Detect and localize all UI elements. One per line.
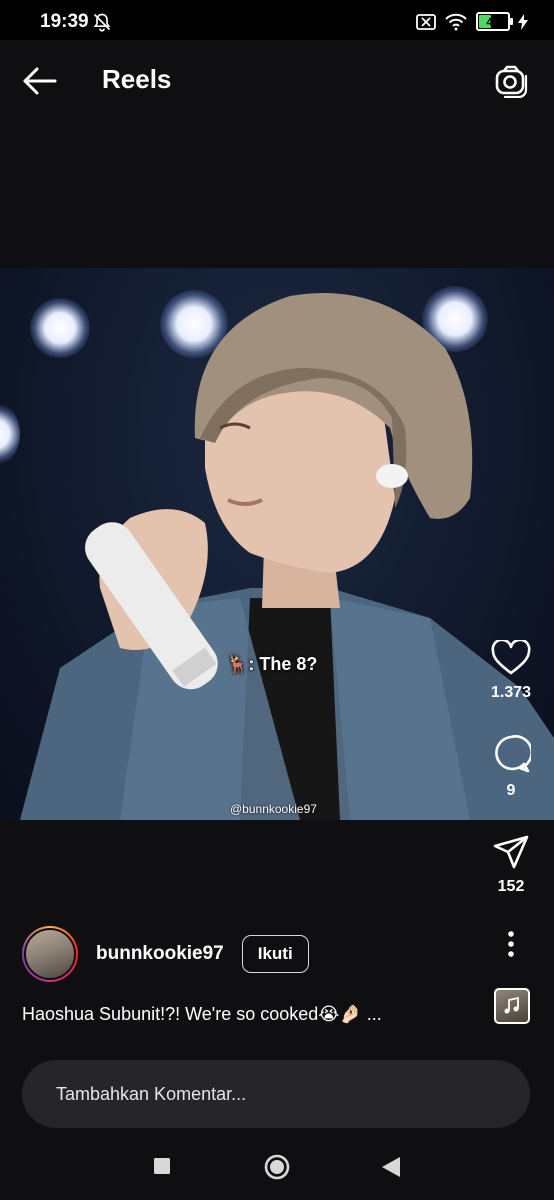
music-button[interactable] bbox=[494, 988, 530, 1024]
battery-icon: 47 bbox=[476, 12, 513, 31]
page-title: Reels bbox=[102, 64, 172, 94]
caption-text: : The 8? bbox=[248, 654, 318, 674]
share-count: 152 bbox=[497, 878, 525, 895]
caption-emoji: 🦌 bbox=[226, 654, 249, 674]
back-arrow-icon[interactable] bbox=[22, 66, 58, 96]
follow-button[interactable]: Ikuti bbox=[241, 935, 309, 973]
comment-count: 9 bbox=[506, 782, 516, 799]
status-bar: 19:39 47 bbox=[0, 0, 554, 40]
camera-icon[interactable] bbox=[494, 64, 528, 98]
comment-placeholder: Tambahkan Komentar... bbox=[56, 1083, 247, 1104]
back-nav-icon[interactable] bbox=[382, 1157, 400, 1177]
comment-action[interactable]: 9 bbox=[488, 734, 534, 800]
reel-video[interactable]: 🦌: The 8? @bunnkookie97 bbox=[0, 268, 554, 820]
header: Reels bbox=[0, 40, 554, 120]
reel-description[interactable]: Haoshua Subunit!?! We're so cooked😭🤌🏻 ..… bbox=[22, 1004, 382, 1025]
video-watermark: @bunnkookie97 bbox=[230, 802, 317, 816]
music-icon bbox=[504, 997, 519, 1014]
status-icons: 47 bbox=[416, 12, 528, 31]
muted-bell-icon bbox=[93, 13, 111, 32]
comment-icon[interactable] bbox=[491, 734, 531, 774]
system-nav-bar bbox=[0, 1140, 554, 1200]
more-action[interactable] bbox=[488, 930, 534, 958]
avatar-photo bbox=[24, 928, 76, 980]
share-icon[interactable] bbox=[492, 834, 530, 870]
like-action[interactable]: 1.373 bbox=[488, 640, 534, 702]
sim-icon bbox=[416, 13, 436, 30]
performer-image bbox=[20, 292, 554, 820]
comment-input[interactable]: Tambahkan Komentar... bbox=[22, 1060, 530, 1128]
home-icon[interactable] bbox=[264, 1154, 290, 1180]
author-row: bunnkookie97 Ikuti bbox=[22, 926, 309, 982]
battery-level: 47 bbox=[486, 14, 500, 29]
avatar[interactable] bbox=[22, 926, 78, 982]
username[interactable]: bunnkookie97 bbox=[96, 943, 224, 965]
heart-icon[interactable] bbox=[491, 640, 531, 676]
recents-icon[interactable] bbox=[154, 1158, 170, 1174]
share-action[interactable]: 152 bbox=[488, 834, 534, 896]
video-caption: 🦌: The 8? bbox=[226, 654, 317, 675]
more-icon[interactable] bbox=[506, 930, 516, 958]
status-time: 19:39 bbox=[40, 11, 89, 32]
charging-icon bbox=[518, 13, 528, 30]
wifi-icon bbox=[445, 13, 467, 30]
like-count: 1.373 bbox=[490, 684, 532, 701]
